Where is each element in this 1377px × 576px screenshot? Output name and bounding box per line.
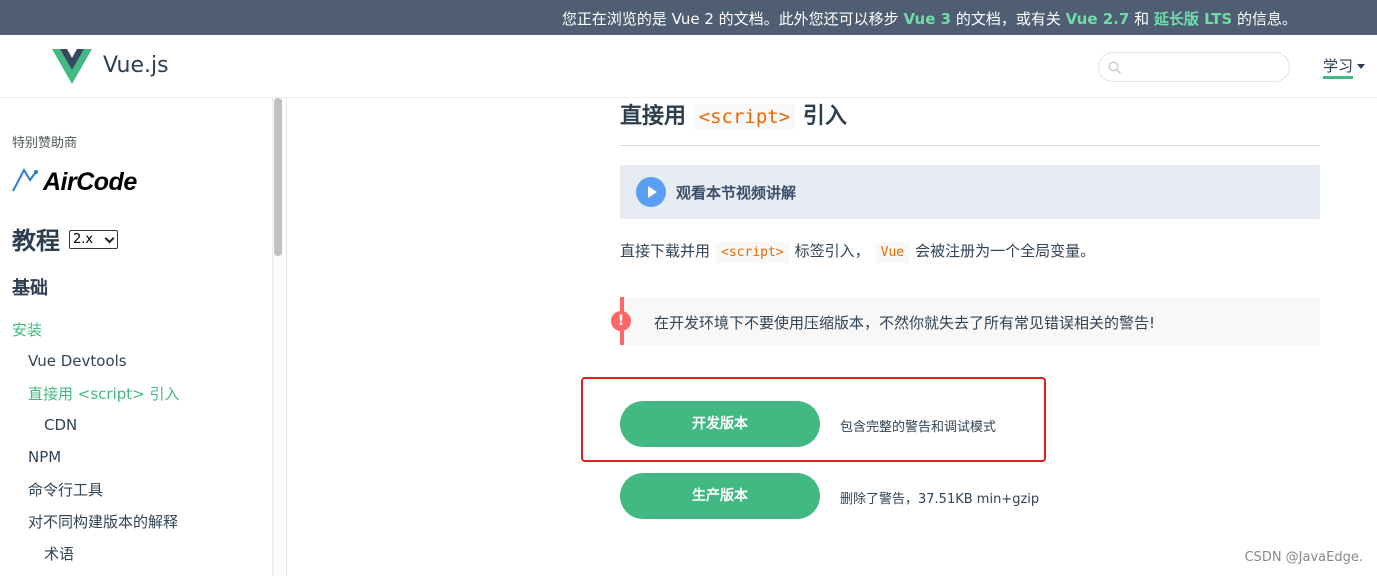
banner-prefix: 您正在浏览的是 Vue 2 的文档。此外您还可以移步 <box>561 10 904 28</box>
heading-suffix: 引入 <box>795 104 847 129</box>
scrollbar-thumb[interactable] <box>274 98 282 256</box>
para-prefix: 直接下载并用 <box>620 242 711 260</box>
sidebar-item-terms[interactable]: 术语 <box>44 543 74 564</box>
watermark: CSDN @JavaEdge. <box>1244 550 1363 565</box>
logo-text[interactable]: Vue.js <box>103 53 169 78</box>
learn-label: 学习 <box>1323 57 1354 79</box>
search-input[interactable] <box>1098 52 1290 82</box>
section-title: 基础 <box>12 278 48 299</box>
banner-link-vue3[interactable]: Vue 3 <box>903 10 951 28</box>
play-icon[interactable] <box>636 177 666 207</box>
version-selected: 2.x <box>73 232 94 247</box>
sidebar-item-devtools[interactable]: Vue Devtools <box>28 352 127 370</box>
chevron-down-icon <box>104 233 115 244</box>
sidebar-scrollbar[interactable] <box>272 98 284 576</box>
banner-message: 您正在浏览的是 Vue 2 的文档。此外您还可以移步 Vue 3 的文档，或有关… <box>562 8 1297 29</box>
intro-paragraph: 直接下载并用 <script> 标签引入， Vue 会被注册为一个全局变量。 <box>620 240 1096 263</box>
dev-version-button[interactable]: 开发版本 <box>620 401 820 447</box>
vue-logo-icon[interactable] <box>52 49 92 89</box>
para-code-vue: Vue <box>875 242 910 263</box>
page-title: 直接用 <script> 引入 <box>620 98 847 130</box>
sponsor-label: 特别赞助商 <box>12 136 78 151</box>
sidebar-item-script-include[interactable]: 直接用 <script> 引入 <box>28 383 179 404</box>
chevron-down-icon <box>1357 64 1366 69</box>
banner-link-lts[interactable]: 延长版 LTS <box>1154 10 1232 28</box>
sidebar-item-cdn[interactable]: CDN <box>44 416 77 434</box>
para-mid: 标签引入， <box>794 242 870 260</box>
sponsor-name[interactable]: AirCode <box>43 168 137 197</box>
prod-version-button[interactable]: 生产版本 <box>620 473 820 519</box>
heading-divider <box>620 145 1320 146</box>
video-lesson-banner[interactable]: 观看本节视频讲解 <box>620 165 1320 219</box>
sidebar-item-npm[interactable]: NPM <box>28 448 61 466</box>
video-label[interactable]: 观看本节视频讲解 <box>676 182 796 203</box>
heading-code: <script> <box>693 104 796 130</box>
warning-icon: ! <box>611 311 631 331</box>
tutorial-title: 教程 <box>12 227 60 255</box>
learn-dropdown[interactable]: 学习 <box>1323 55 1366 79</box>
para-code-script: <script> <box>716 242 789 263</box>
aircode-logo-icon[interactable] <box>10 164 40 198</box>
banner-suffix: 的信息。 <box>1232 10 1297 28</box>
top-banner: 您正在浏览的是 Vue 2 的文档。此外您还可以移步 Vue 3 的文档，或有关… <box>0 0 1377 35</box>
warning-text: 在开发环境下不要使用压缩版本，不然你就失去了所有常见错误相关的警告! <box>654 314 1156 332</box>
para-suffix: 会被注册为一个全局变量。 <box>915 242 1096 260</box>
banner-mid: 的文档，或有关 <box>951 10 1066 28</box>
dev-version-desc: 包含完整的警告和调试模式 <box>840 420 997 435</box>
banner-link-vue27[interactable]: Vue 2.7 <box>1066 10 1130 28</box>
sidebar-item-cli[interactable]: 命令行工具 <box>28 479 103 500</box>
search-icon <box>1108 60 1122 79</box>
site-header: Vue.js 学习 <box>0 35 1377 98</box>
sidebar-item-install[interactable]: 安装 <box>12 319 42 340</box>
sidebar: 特别赞助商 AirCode 教程 2.x 基础 安装 Vue Devtools … <box>0 98 287 576</box>
banner-and: 和 <box>1129 10 1154 28</box>
version-select[interactable]: 2.x <box>69 230 118 249</box>
heading-prefix: 直接用 <box>620 104 694 129</box>
warning-callout: ! 在开发环境下不要使用压缩版本，不然你就失去了所有常见错误相关的警告! <box>611 297 1320 345</box>
sidebar-item-builds[interactable]: 对不同构建版本的解释 <box>28 511 178 532</box>
prod-version-desc: 删除了警告，37.51KB min+gzip <box>840 492 1040 507</box>
